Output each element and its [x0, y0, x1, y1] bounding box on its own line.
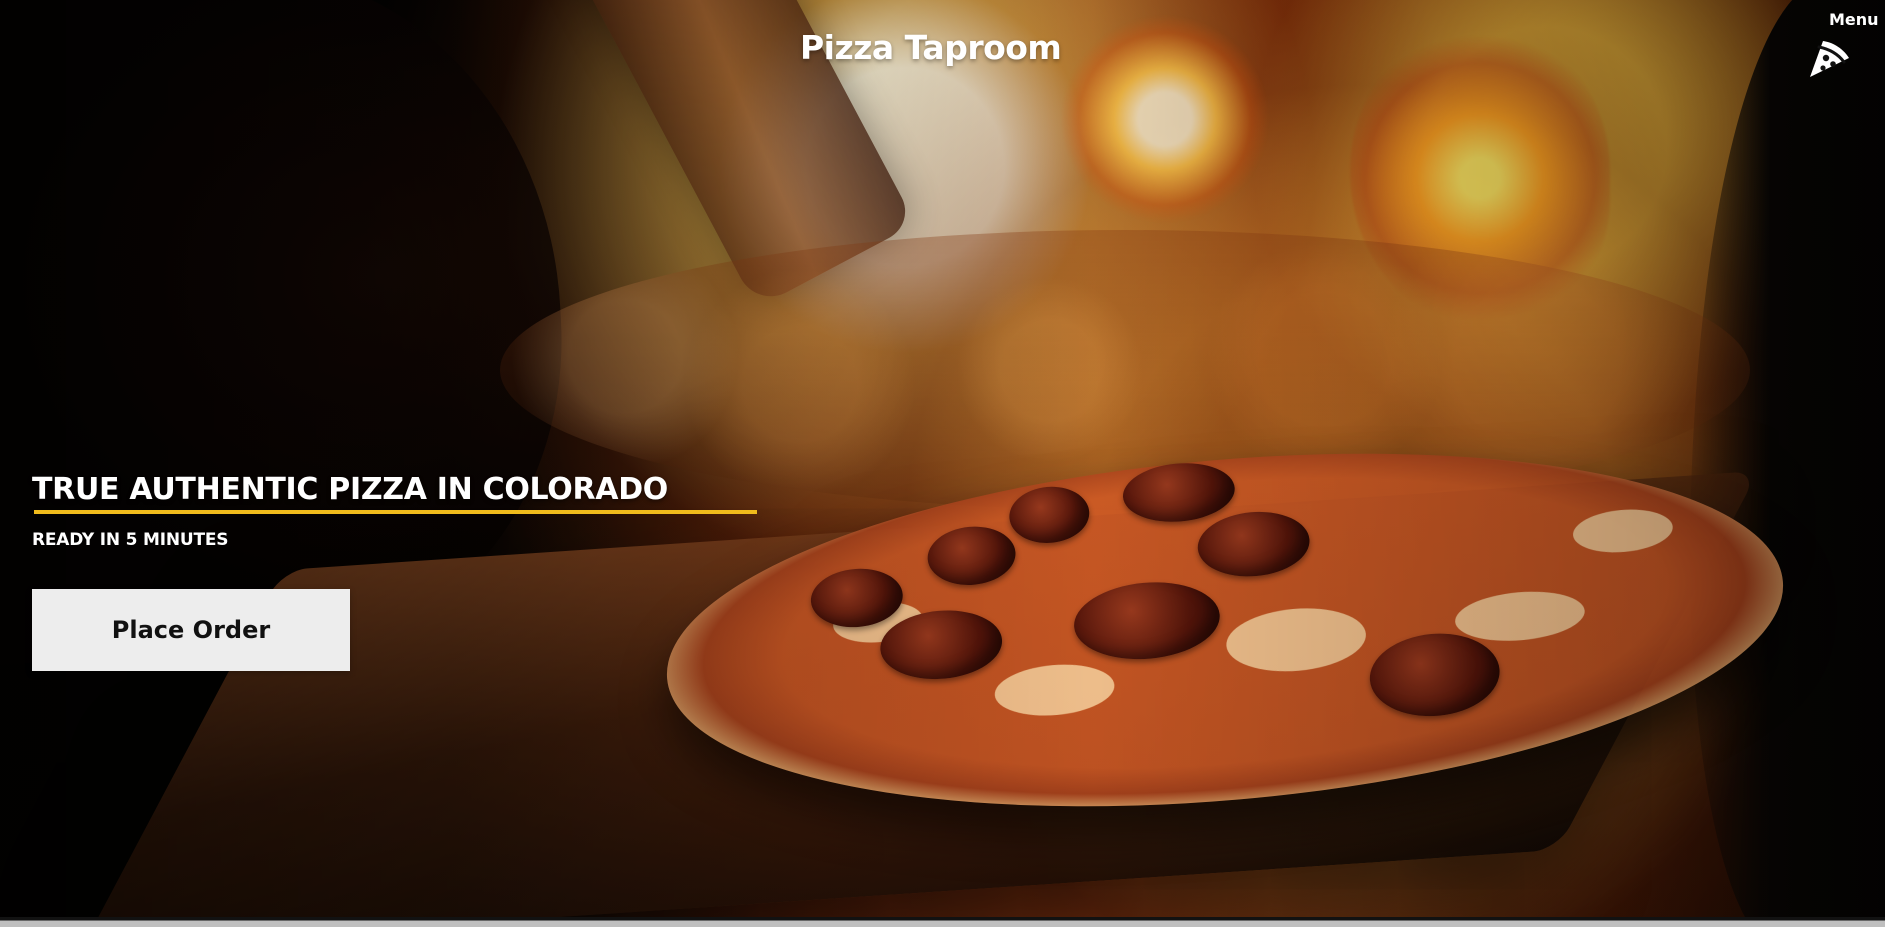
- hero-section: Pizza Taproom Menu TRUE AUTHENTIC PIZZA …: [0, 0, 1885, 927]
- hero-dark-overlay: [0, 0, 1885, 927]
- place-order-button[interactable]: Place Order: [32, 589, 350, 671]
- pizza-slice-icon: [1810, 41, 1849, 77]
- hero-subheadline: READY IN 5 MINUTES: [32, 530, 229, 550]
- headline-underline: [34, 510, 757, 514]
- page-bottom-strip: [0, 917, 1885, 927]
- menu-label: Menu: [1829, 10, 1879, 29]
- menu-button[interactable]: Menu: [1806, 8, 1882, 83]
- site-title[interactable]: Pizza Taproom: [800, 26, 1085, 70]
